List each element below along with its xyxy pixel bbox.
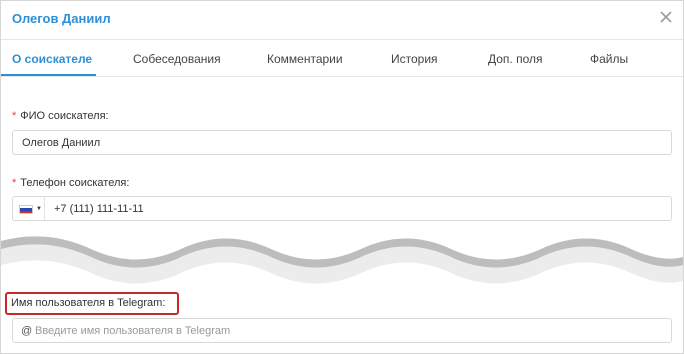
- torn-page-divider: [1, 223, 683, 293]
- close-icon[interactable]: [657, 8, 675, 26]
- label-colon: :: [162, 297, 166, 309]
- candidate-dialog: Олегов Даниил О соискателе Собеседования…: [0, 0, 684, 354]
- label-colon: :: [105, 110, 109, 122]
- required-mark: *: [12, 177, 17, 189]
- tab-history[interactable]: История: [391, 52, 438, 66]
- at-sign-prefix: @: [21, 325, 33, 337]
- tab-interviews[interactable]: Собеседования: [133, 52, 221, 66]
- country-selector[interactable]: ▼: [13, 197, 45, 220]
- phone-field-label: * Телефон соискателя:: [12, 177, 129, 189]
- phone-field[interactable]: ▼ +7 (111) 111-11-11: [12, 196, 672, 221]
- dialog-header: Олегов Даниил: [1, 1, 683, 40]
- telegram-username-input[interactable]: @ Введите имя пользователя в Telegram: [12, 318, 672, 343]
- telegram-placeholder: Введите имя пользователя в Telegram: [35, 325, 231, 337]
- phone-label-text: Телефон соискателя: [20, 177, 127, 189]
- required-mark: *: [12, 110, 17, 122]
- chevron-down-icon: ▼: [36, 206, 42, 212]
- tab-about-candidate[interactable]: О соискателе: [12, 52, 92, 66]
- tab-extra-fields[interactable]: Доп. поля: [488, 52, 543, 66]
- telegram-field-label: Имя пользователя в Telegram:: [11, 297, 165, 309]
- active-tab-indicator: [1, 74, 96, 76]
- label-colon: :: [126, 177, 130, 189]
- tab-files[interactable]: Файлы: [590, 52, 628, 66]
- name-field-label: * ФИО соискателя:: [12, 110, 109, 122]
- telegram-label-text: Имя пользователя в Telegram: [11, 297, 163, 309]
- tab-bar: О соискателе Собеседования Комментарии И…: [1, 40, 683, 77]
- dialog-title: Олегов Даниил: [12, 11, 111, 26]
- phone-field-value: +7 (111) 111-11-11: [54, 203, 144, 215]
- name-field[interactable]: Олегов Даниил: [12, 130, 672, 155]
- name-field-value: Олегов Даниил: [22, 137, 101, 149]
- russia-flag-icon: [19, 205, 33, 214]
- name-label-text: ФИО соискателя: [20, 110, 106, 122]
- tab-comments[interactable]: Комментарии: [267, 52, 343, 66]
